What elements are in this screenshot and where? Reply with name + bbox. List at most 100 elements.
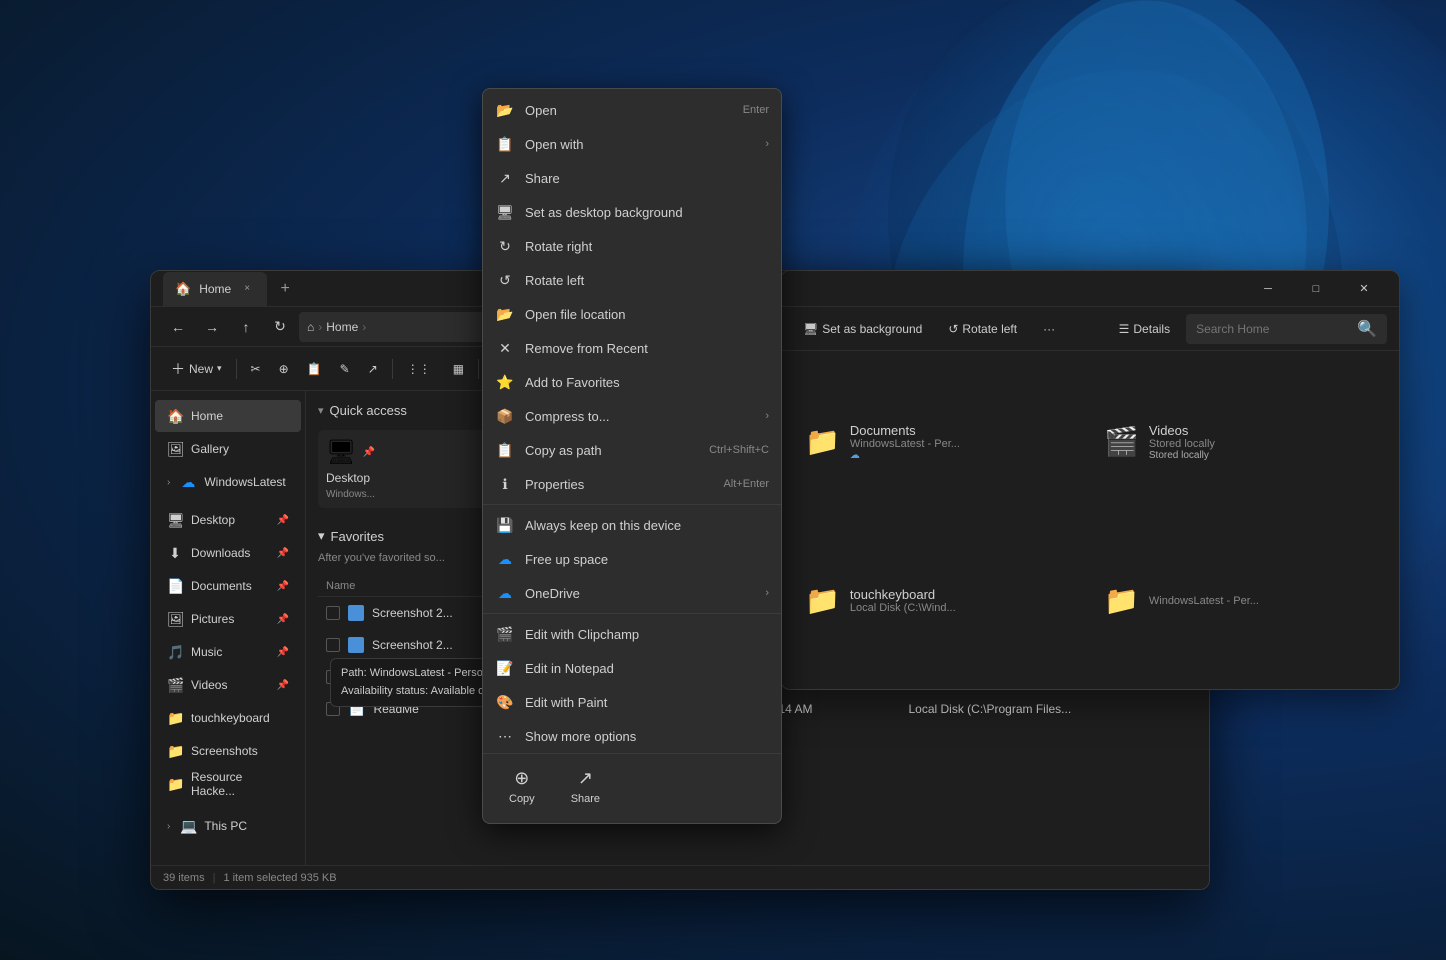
file-icon-1 (348, 605, 364, 621)
sidebar-item-desktop[interactable]: 🖥 Desktop 📌 (155, 504, 301, 536)
ctx-rotate-left[interactable]: ↺ Rotate left (483, 263, 781, 297)
up-button[interactable]: ↑ (231, 312, 261, 342)
sidebar-item-screenshots[interactable]: 📁 Screenshots (155, 735, 301, 767)
right-panel-content: 📁 Documents WindowsLatest - Per... ☁ 🎬 V… (781, 351, 1399, 689)
ctx-edit-clipchamp[interactable]: 🎬 Edit with Clipchamp (483, 617, 781, 651)
rp-close-button[interactable]: ✕ (1341, 273, 1387, 305)
right-panel-toolbar: 🖥 Set as background ↺ Rotate left ··· ☰ … (781, 307, 1399, 351)
rp-videos-status: Stored locally (1149, 450, 1215, 461)
ctx-share[interactable]: ↗ Share (483, 161, 781, 195)
ctx-add-favorites[interactable]: ⭐ Add to Favorites (483, 365, 781, 399)
ctx-set-desktop-bg[interactable]: 🖥 Set as desktop background (483, 195, 781, 229)
ctx-always-keep[interactable]: 💾 Always keep on this device (483, 508, 781, 542)
sidebar-item-music[interactable]: 🎵 Music 📌 (155, 636, 301, 668)
share-button[interactable]: ↗ (360, 353, 386, 385)
ctx-rotate-right[interactable]: ↻ Rotate right (483, 229, 781, 263)
pin-icon-documents: 📌 (277, 581, 289, 592)
rp-item-documents[interactable]: 📁 Documents WindowsLatest - Per... ☁ (797, 367, 1084, 517)
copy-button[interactable]: ⊕ (271, 353, 297, 385)
ctx-copy-action-label: Copy (509, 793, 535, 805)
ctx-separator-2 (483, 613, 781, 614)
ctx-open-with[interactable]: 📋 Open with › (483, 127, 781, 161)
sidebar-item-resource-hacker[interactable]: 📁 Resource Hacke... (155, 768, 301, 800)
tab-close-button[interactable]: × (239, 281, 255, 297)
details-panel-button[interactable]: ☰ Details (1109, 318, 1180, 340)
ctx-remove-recent[interactable]: ✕ Remove from Recent (483, 331, 781, 365)
music-icon: 🎵 (167, 644, 183, 661)
rename-button[interactable]: ✎ (332, 353, 358, 385)
sidebar-item-videos[interactable]: 🎬 Videos 📌 (155, 669, 301, 701)
ctx-free-space-label: Free up space (525, 552, 769, 567)
ctx-show-more[interactable]: ⋯ Show more options (483, 719, 781, 753)
ctx-onedrive-arrow: › (765, 587, 769, 599)
resource-hacker-icon: 📁 (167, 776, 183, 793)
rotate-left-button[interactable]: ↺ Rotate left (938, 318, 1027, 340)
ctx-open-shortcut: Enter (743, 104, 769, 116)
ctx-free-space[interactable]: ☁ Free up space (483, 542, 781, 576)
rp-search-box[interactable]: 🔍 (1186, 314, 1387, 344)
rp-item-extra[interactable]: 📁 WindowsLatest - Per... (1096, 529, 1383, 674)
rp-item-touchkeyboard[interactable]: 📁 touchkeyboard Local Disk (C:\Wind... (797, 529, 1084, 674)
ctx-edit-paint[interactable]: 🎨 Edit with Paint (483, 685, 781, 719)
tab-home[interactable]: 🏠 Home × (163, 272, 267, 306)
new-button[interactable]: ＋ New ▾ (163, 353, 230, 385)
ctx-compress[interactable]: 📦 Compress to... › (483, 399, 781, 433)
back-button[interactable]: ← (163, 312, 193, 342)
breadcrumb-home[interactable]: Home (326, 320, 358, 334)
sidebar-videos-label: Videos (191, 678, 227, 692)
refresh-button[interactable]: ↻ (265, 312, 295, 342)
cut-button[interactable]: ✂ (243, 353, 269, 385)
rp-documents-status: ☁ (850, 450, 960, 461)
ctx-rotate-left-label: Rotate left (525, 273, 769, 288)
rename-icon: ✎ (340, 362, 350, 376)
pin-icon-pictures: 📌 (277, 614, 289, 625)
rp-touchkeyboard-info: touchkeyboard Local Disk (C:\Wind... (850, 587, 956, 614)
ctx-properties[interactable]: ℹ Properties Alt+Enter (483, 467, 781, 501)
forward-button[interactable]: → (197, 312, 227, 342)
sidebar-item-touchkeyboard[interactable]: 📁 touchkeyboard (155, 702, 301, 734)
view-button[interactable]: ▦ (445, 353, 472, 385)
sidebar-item-documents[interactable]: 📄 Documents 📌 (155, 570, 301, 602)
ctx-open-file-location[interactable]: 📂 Open file location (483, 297, 781, 331)
rp-touchkeyboard-icon: 📁 (805, 584, 840, 617)
ctx-onedrive[interactable]: ☁ OneDrive › (483, 576, 781, 610)
ctx-copy-path[interactable]: 📋 Copy as path Ctrl+Shift+C (483, 433, 781, 467)
checkbox-1[interactable] (326, 606, 340, 620)
rp-maximize-button[interactable]: □ (1293, 273, 1339, 305)
sidebar-item-windowslatest[interactable]: › ☁ WindowsLatest (155, 466, 301, 498)
qa-desktop-pin: 📌 (362, 447, 374, 458)
rp-minimize-button[interactable]: ─ (1245, 273, 1291, 305)
new-dropdown-icon: ▾ (217, 363, 222, 374)
sidebar-item-gallery[interactable]: 🖼 Gallery (155, 433, 301, 465)
paste-button[interactable]: 📋 (299, 353, 330, 385)
ctx-edit-notepad[interactable]: 📝 Edit in Notepad (483, 651, 781, 685)
more-options-button[interactable]: ··· (1033, 318, 1065, 340)
ctx-share-action-button[interactable]: ↗ Share (561, 762, 610, 811)
view-icon: ▦ (453, 362, 464, 376)
paste-icon: 📋 (307, 362, 322, 376)
sidebar-home-label: Home (191, 409, 223, 423)
ctx-open[interactable]: 📂 Open Enter (483, 93, 781, 127)
ctx-copy-action-button[interactable]: ⊕ Copy (499, 762, 545, 811)
set-bg-label: Set as background (822, 322, 922, 336)
sidebar-item-this-pc[interactable]: › 💻 This PC (155, 810, 301, 842)
ctx-open-icon: 📂 (495, 100, 515, 120)
ctx-share-icon: ↗ (495, 168, 515, 188)
new-tab-button[interactable]: + (271, 275, 299, 303)
checkbox-2[interactable] (326, 638, 340, 652)
ctx-separator-1 (483, 504, 781, 505)
ctx-compress-icon: 📦 (495, 406, 515, 426)
favorites-collapse-icon[interactable]: ▾ (318, 528, 325, 544)
sidebar-screenshots-label: Screenshots (191, 744, 258, 758)
ctx-edit-notepad-label: Edit in Notepad (525, 661, 769, 676)
rp-item-videos[interactable]: 🎬 Videos Stored locally Stored locally (1096, 367, 1383, 517)
ctx-rotate-right-label: Rotate right (525, 239, 769, 254)
cut-icon: ✂ (251, 362, 261, 376)
sidebar-item-pictures[interactable]: 🖼 Pictures 📌 (155, 603, 301, 635)
set-background-button[interactable]: 🖥 Set as background (793, 318, 932, 340)
rp-search-input[interactable] (1196, 322, 1351, 336)
sort-button[interactable]: ⋮⋮ (399, 353, 443, 385)
quick-access-collapse-icon[interactable]: ▾ (318, 404, 324, 417)
sidebar-item-home[interactable]: 🏠 Home (155, 400, 301, 432)
sidebar-item-downloads[interactable]: ⬇ Downloads 📌 (155, 537, 301, 569)
